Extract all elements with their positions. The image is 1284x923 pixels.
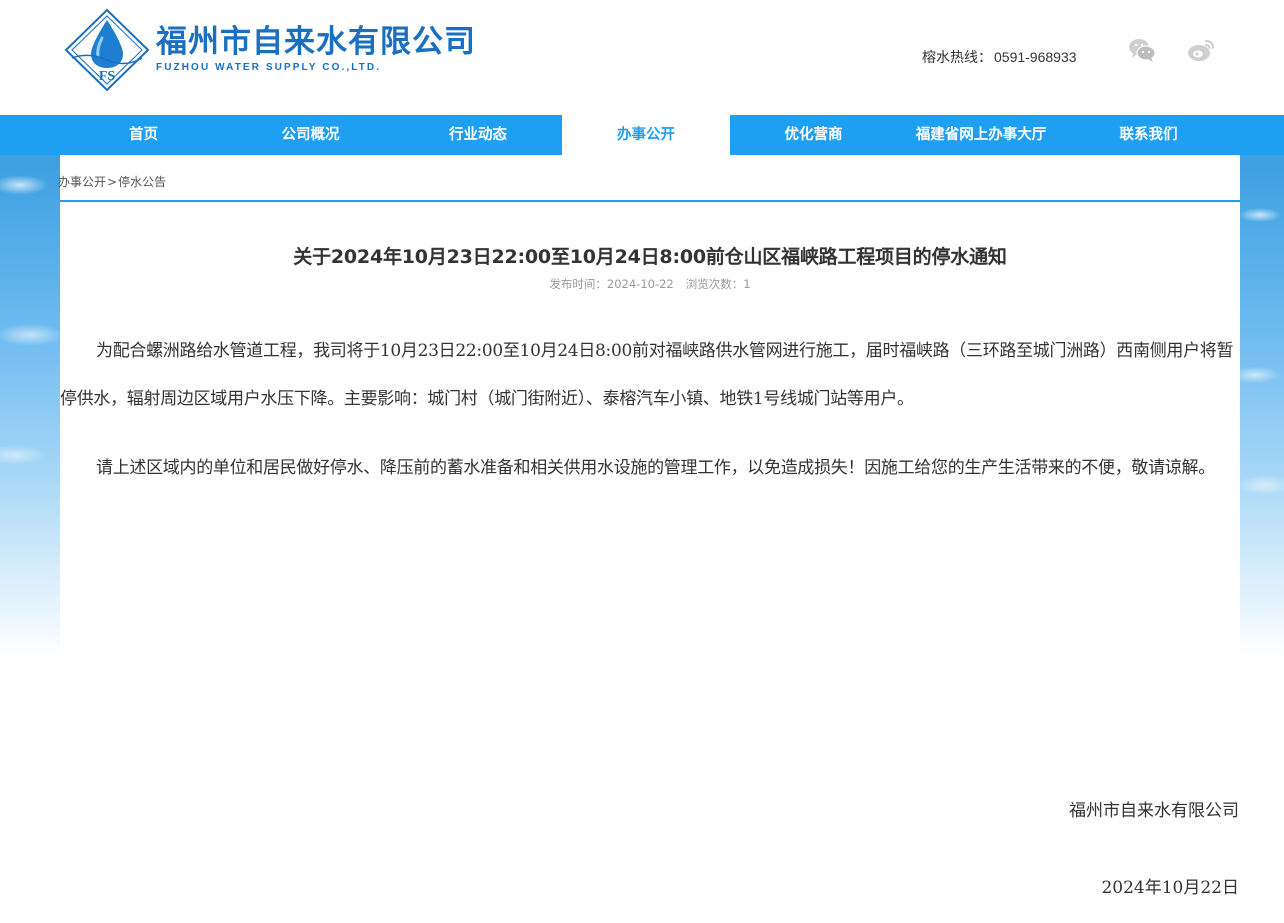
breadcrumb: 办事公开>停水公告	[58, 173, 166, 190]
brand-block: 福州市自来水有限公司 FUZHOU WATER SUPPLY CO.,LTD.	[156, 24, 476, 73]
publish-label: 发布时间：	[549, 277, 607, 291]
company-logo[interactable]: FS	[64, 8, 150, 92]
main-nav: 首页 公司概况 行业动态 办事公开 优化营商 福建省网上办事大厅 联系我们	[0, 115, 1284, 155]
article-paragraph-2: 请上述区域内的单位和居民做好停水、降压前的蓄水准备和相关供用水设施的管理工作，以…	[96, 458, 1215, 478]
nav-item-industry-news[interactable]: 行业动态	[394, 115, 562, 155]
nav-item-company-overview[interactable]: 公司概况	[227, 115, 394, 155]
nav-item-contact-us[interactable]: 联系我们	[1065, 115, 1232, 155]
site-header: FS 福州市自来水有限公司 FUZHOU WATER SUPPLY CO.,LT…	[0, 0, 1284, 115]
nav-item-public-affairs[interactable]: 办事公开	[562, 115, 730, 155]
breadcrumb-current[interactable]: 停水公告	[118, 175, 166, 189]
wechat-icon[interactable]	[1127, 36, 1157, 64]
article-meta: 发布时间：2024-10-22 浏览次数：1	[60, 276, 1240, 292]
brand-name-en: FUZHOU WATER SUPPLY CO.,LTD.	[156, 62, 382, 73]
weibo-icon[interactable]	[1186, 36, 1216, 64]
brand-name-cn: 福州市自来水有限公司	[156, 24, 476, 60]
views-label: 浏览次数：	[685, 277, 744, 291]
hotline-label: 榕水热线：	[922, 49, 992, 65]
nav-item-business-optimization[interactable]: 优化营商	[730, 115, 897, 155]
hotline-number: 0591-968933	[994, 49, 1077, 65]
content-panel	[60, 155, 1240, 923]
breadcrumb-separator: >	[107, 175, 118, 189]
logo-letters: FS	[99, 69, 116, 84]
article-paragraph-1: 为配合螺洲路给水管道工程，我司将于10月23日22:00至10月24日8:00前…	[60, 341, 1234, 409]
publish-date: 2024-10-22	[606, 277, 674, 291]
signature-date: 2024年10月22日	[1101, 878, 1239, 898]
nav-item-fujian-online-hall[interactable]: 福建省网上办事大厅	[897, 115, 1065, 155]
views-count: 1	[743, 277, 751, 291]
article-title: 关于2024年10月23日22:00至10月24日8:00前仓山区福峡路工程项目…	[293, 246, 1007, 268]
breadcrumb-divider	[60, 200, 1240, 202]
signature-company: 福州市自来水有限公司	[1069, 801, 1239, 821]
hotline: 榕水热线： 0591-968933	[920, 47, 1077, 67]
breadcrumb-parent[interactable]: 办事公开	[58, 175, 106, 189]
nav-item-home[interactable]: 首页	[60, 115, 227, 155]
